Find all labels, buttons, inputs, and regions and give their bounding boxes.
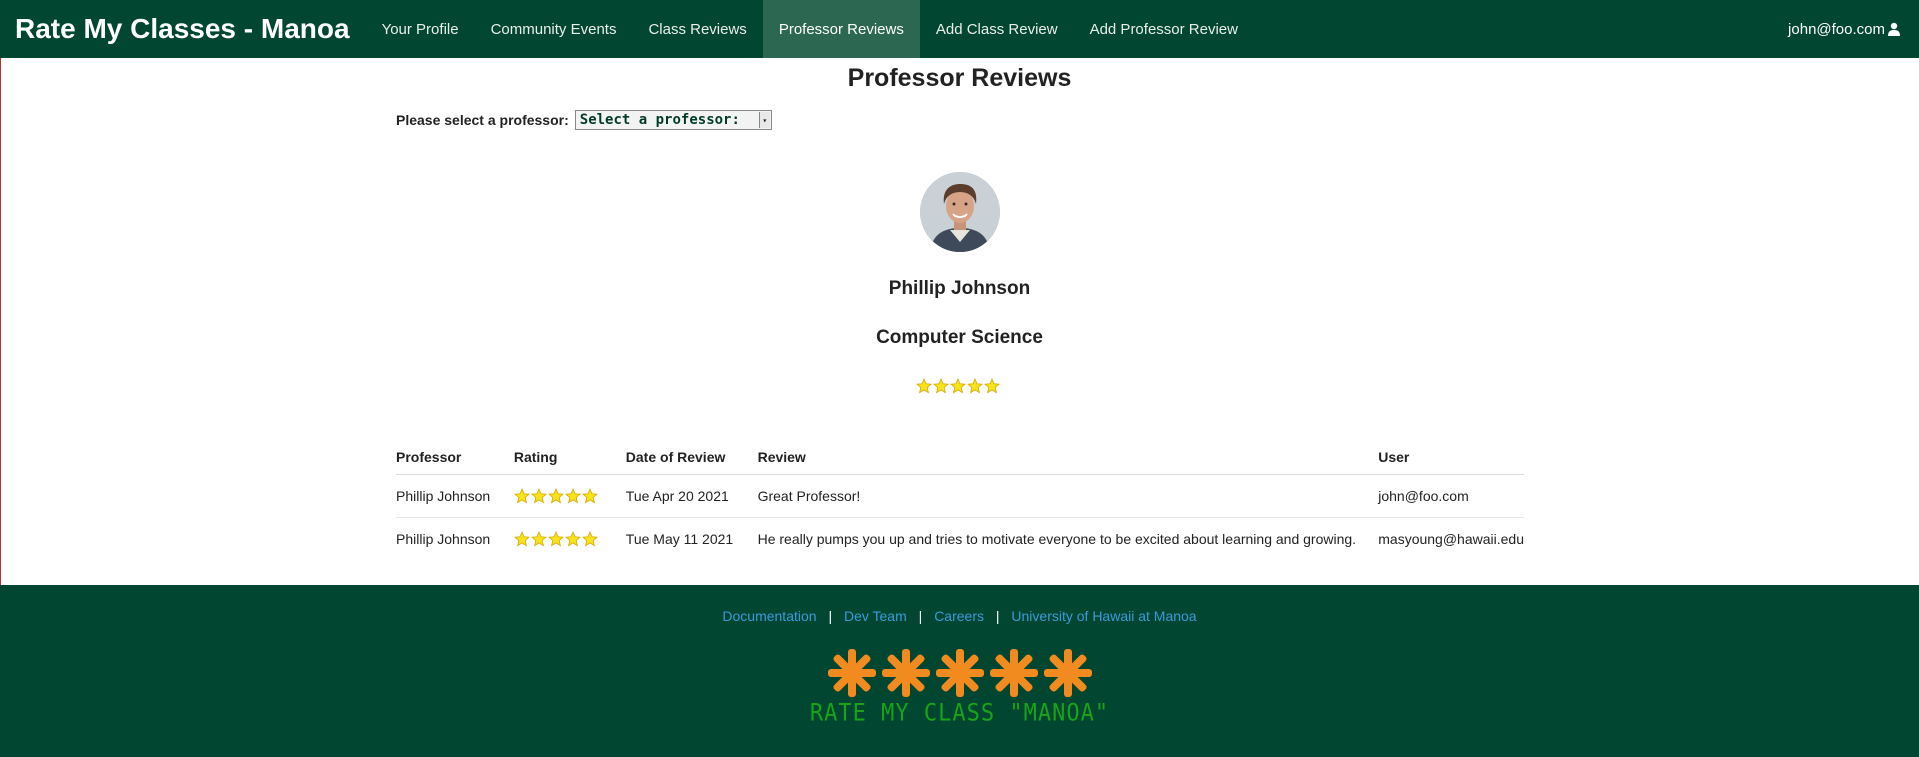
- professor-department: Computer Science: [876, 327, 1043, 348]
- table-row: Phillip Johnson Tue May 11 2021 He reall…: [396, 518, 1524, 561]
- cell-professor: Phillip Johnson: [396, 474, 514, 518]
- logo-star-icon: [828, 649, 876, 697]
- chevron-down-icon[interactable]: ▾: [758, 112, 770, 128]
- star-icon: [984, 377, 1000, 394]
- nav-item-professor-reviews[interactable]: Professor Reviews: [762, 0, 920, 58]
- star-icon: [581, 530, 598, 547]
- top-navbar: Rate My Classes - Manoa Your Profile Com…: [0, 0, 1919, 58]
- star-icon: [547, 530, 564, 547]
- nav-item-add-class-review[interactable]: Add Class Review: [920, 0, 1074, 58]
- footer-link-careers[interactable]: Careers: [934, 608, 984, 624]
- user-menu[interactable]: john@foo.com: [1788, 0, 1901, 58]
- star-icon: [967, 377, 983, 394]
- professor-select-value: Select a professor:: [579, 112, 740, 128]
- table-row: Phillip Johnson Tue Apr 20 2021 Great Pr…: [396, 474, 1524, 518]
- logo-star-icon: [936, 649, 984, 697]
- footer-links: Documentation | Dev Team | Careers | Uni…: [0, 608, 1919, 624]
- star-icon: [513, 487, 530, 504]
- nav-menu: Your Profile Community Events Class Revi…: [366, 0, 1254, 58]
- professor-select-label: Please select a professor:: [396, 112, 569, 128]
- star-icon: [581, 487, 598, 504]
- professor-avatar: [920, 172, 1000, 252]
- footer-separator: |: [918, 608, 923, 624]
- cell-review: Great Professor!: [757, 474, 1379, 518]
- footer-separator: |: [995, 608, 1000, 624]
- star-icon: [547, 487, 564, 504]
- professor-name: Phillip Johnson: [888, 278, 1031, 299]
- column-header-review: Review: [757, 440, 1379, 475]
- cell-rating: [513, 474, 626, 518]
- cell-user: john@foo.com: [1378, 474, 1524, 518]
- cell-date: Tue Apr 20 2021: [625, 474, 758, 518]
- professor-select-row: Please select a professor: Select a prof…: [396, 110, 772, 130]
- logo-star-icon: [882, 649, 930, 697]
- footer-link-dev-team[interactable]: Dev Team: [844, 608, 907, 624]
- footer: Documentation | Dev Team | Careers | Uni…: [0, 585, 1919, 757]
- row-rating: [513, 530, 626, 547]
- column-header-date: Date of Review: [625, 440, 758, 475]
- user-icon: [1887, 22, 1901, 36]
- page-title: Professor Reviews: [847, 64, 1072, 92]
- logo-star-icon: [990, 649, 1038, 697]
- cell-date: Tue May 11 2021: [625, 531, 734, 547]
- professor-rating: [916, 377, 1000, 394]
- star-icon: [950, 377, 966, 394]
- site-logo: [828, 649, 1092, 697]
- footer-link-uh-manoa[interactable]: University of Hawaii at Manoa: [1011, 608, 1196, 624]
- nav-item-community-events[interactable]: Community Events: [475, 0, 633, 58]
- footer-link-documentation[interactable]: Documentation: [722, 608, 816, 624]
- cell-review: He really pumps you up and tries to moti…: [757, 531, 1357, 547]
- star-icon: [513, 530, 530, 547]
- column-header-rating: Rating: [513, 440, 626, 475]
- nav-item-class-reviews[interactable]: Class Reviews: [632, 0, 762, 58]
- star-icon: [933, 377, 949, 394]
- footer-separator: |: [828, 608, 833, 624]
- user-email: john@foo.com: [1788, 20, 1885, 38]
- star-icon: [564, 487, 581, 504]
- column-header-professor: Professor: [396, 440, 514, 475]
- star-icon: [530, 530, 547, 547]
- cell-professor: Phillip Johnson: [396, 531, 491, 547]
- table-header-row: Professor Rating Date of Review Review U…: [396, 440, 1524, 475]
- nav-item-your-profile[interactable]: Your Profile: [366, 0, 475, 58]
- row-rating: [513, 487, 626, 504]
- cell-user: masyoung@hawaii.edu: [1378, 531, 1524, 547]
- logo-text: RATE MY CLASS "MANOA": [809, 699, 1110, 728]
- star-icon: [530, 487, 547, 504]
- column-header-user: User: [1378, 440, 1524, 475]
- nav-item-add-professor-review[interactable]: Add Professor Review: [1074, 0, 1254, 58]
- professor-select[interactable]: Select a professor: ▾: [574, 110, 772, 130]
- cell-rating: [513, 518, 626, 561]
- logo-star-icon: [1044, 649, 1092, 697]
- reviews-table: Professor Rating Date of Review Review U…: [396, 440, 1524, 560]
- brand-title[interactable]: Rate My Classes - Manoa: [15, 13, 350, 45]
- star-icon: [564, 530, 581, 547]
- star-icon: [916, 377, 932, 394]
